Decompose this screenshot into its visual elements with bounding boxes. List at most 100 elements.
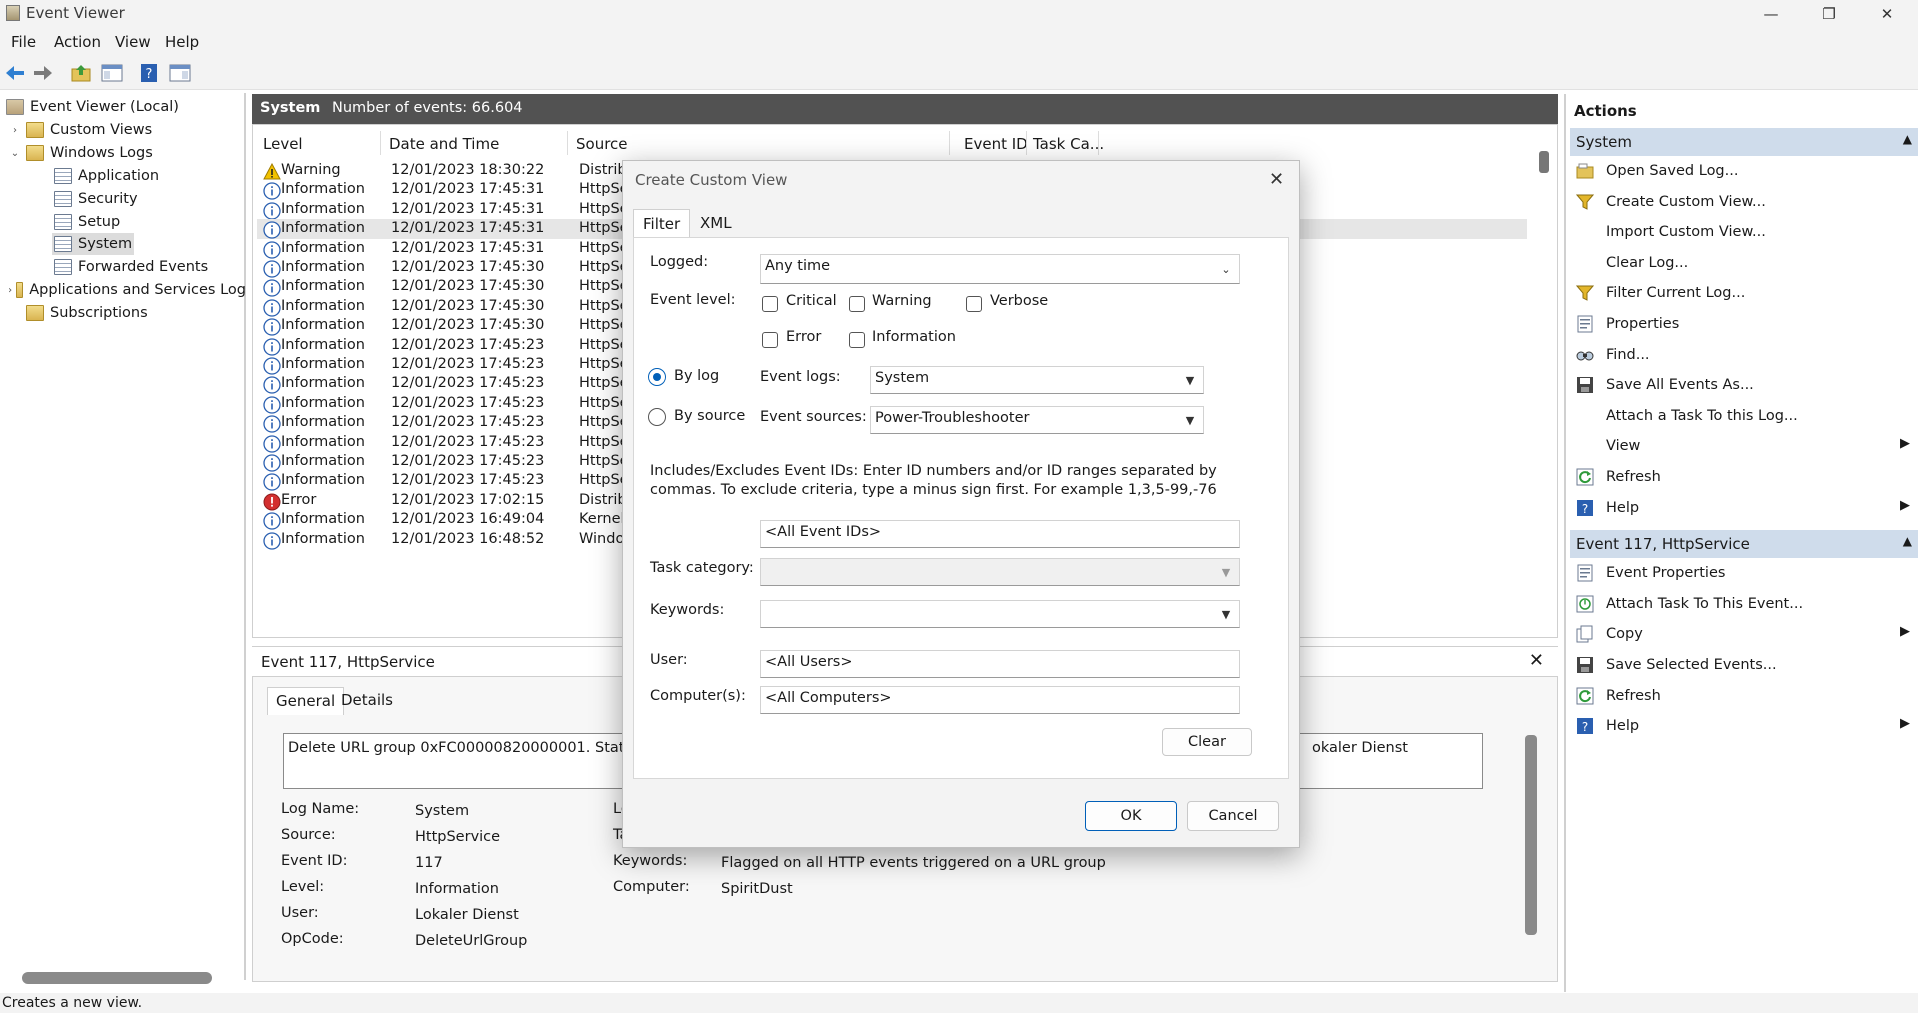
dialog-close-button[interactable]: ✕: [1269, 169, 1284, 190]
tree-item-setup[interactable]: Setup: [54, 211, 120, 233]
maximize-button[interactable]: ❐: [1800, 0, 1858, 28]
tree-item-applications-services-logs[interactable]: › Applications and Services Log: [8, 279, 246, 301]
event-date: 12/01/2023 17:45:23: [391, 414, 545, 431]
action-item[interactable]: Import Custom View...: [1574, 220, 1914, 246]
information-icon: [263, 415, 281, 433]
action-item[interactable]: ? Help ▶: [1574, 714, 1914, 740]
back-button[interactable]: [2, 61, 28, 85]
tab-details[interactable]: Details: [333, 687, 401, 715]
clear-button[interactable]: Clear: [1162, 728, 1252, 756]
ok-button[interactable]: OK: [1085, 801, 1177, 831]
minimize-button[interactable]: —: [1742, 0, 1800, 28]
list-vertical-scrollbar[interactable]: [1531, 125, 1557, 637]
help-toolbar-button[interactable]: ?: [136, 61, 162, 85]
verbose-checkbox[interactable]: [966, 296, 982, 312]
action-item[interactable]: Properties: [1574, 312, 1914, 338]
action-item[interactable]: Open Saved Log...: [1574, 159, 1914, 185]
action-item[interactable]: Create Custom View...: [1574, 190, 1914, 216]
action-item[interactable]: Save Selected Events...: [1574, 653, 1914, 679]
tree-item-windows-logs[interactable]: ⌄ Windows Logs: [8, 142, 153, 164]
column-header-level[interactable]: Level: [263, 135, 303, 153]
action-label: Import Custom View...: [1606, 224, 1766, 241]
action-item[interactable]: View ▶: [1574, 434, 1914, 460]
column-divider[interactable]: [1026, 131, 1027, 155]
event-date: 12/01/2023 17:45:31: [391, 220, 545, 237]
tree-item-security[interactable]: Security: [54, 188, 138, 210]
column-divider[interactable]: [1098, 131, 1099, 155]
event-level: Information: [281, 394, 365, 411]
tab-xml[interactable]: XML: [691, 209, 741, 237]
tree-item-application[interactable]: Application: [54, 165, 159, 187]
user-input[interactable]: <All Users>: [760, 650, 1240, 678]
help-icon: ?: [1577, 499, 1593, 516]
event-viewer-icon: [6, 5, 20, 21]
user-label: User:: [650, 652, 688, 668]
menu-action[interactable]: Action: [54, 33, 101, 51]
detail-vertical-scrollbar[interactable]: [1525, 735, 1537, 935]
information-checkbox[interactable]: [849, 332, 865, 348]
tree-item-custom-views[interactable]: › Custom Views: [8, 119, 152, 141]
tree-item-subscriptions[interactable]: Subscriptions: [26, 302, 148, 324]
collapse-icon[interactable]: ▲: [1903, 132, 1912, 146]
event-sources-dropdown[interactable]: Power-Troubleshooter ▼: [870, 406, 1204, 434]
chevron-right-icon[interactable]: ›: [8, 125, 22, 136]
show-hide-action-pane-button[interactable]: [167, 61, 193, 85]
tree-item-system[interactable]: System: [52, 233, 135, 255]
cancel-button[interactable]: Cancel: [1187, 801, 1279, 831]
column-header-source[interactable]: Source: [576, 135, 628, 153]
dialog-title: Create Custom View: [635, 171, 788, 189]
column-header-date[interactable]: Date and Time: [389, 135, 499, 153]
event-level: Information: [281, 472, 365, 489]
tree-item-forwarded-events[interactable]: Forwarded Events: [54, 256, 208, 278]
up-folder-button[interactable]: [68, 61, 94, 85]
action-item[interactable]: Copy ▶: [1574, 622, 1914, 648]
column-divider[interactable]: [380, 131, 381, 155]
action-item[interactable]: Filter Current Log...: [1574, 281, 1914, 307]
action-item[interactable]: Event Properties: [1574, 561, 1914, 587]
action-item[interactable]: Refresh: [1574, 684, 1914, 710]
warning-checkbox[interactable]: [849, 296, 865, 312]
chevron-right-icon[interactable]: ›: [8, 285, 12, 296]
folder-up-icon: [71, 65, 91, 82]
column-header-task-category[interactable]: Task Ca...: [1033, 135, 1104, 153]
action-item[interactable]: Attach Task To This Event...: [1574, 592, 1914, 618]
scroll-thumb[interactable]: [1539, 151, 1549, 173]
action-item[interactable]: Save All Events As...: [1574, 373, 1914, 399]
tab-filter[interactable]: Filter: [633, 209, 691, 237]
task-category-dropdown[interactable]: ▼: [760, 558, 1240, 586]
critical-checkbox[interactable]: [762, 296, 778, 312]
tree-item-event-viewer-local[interactable]: Event Viewer (Local): [6, 96, 179, 118]
action-item[interactable]: Attach a Task To this Log...: [1574, 404, 1914, 430]
actions-section-header[interactable]: Event 117, HttpService ▲: [1570, 530, 1918, 559]
actions-section-header[interactable]: System ▲: [1570, 128, 1918, 156]
tree-horizontal-scrollbar[interactable]: [22, 972, 212, 984]
show-hide-tree-button[interactable]: [99, 61, 125, 85]
logged-dropdown[interactable]: Any time ⌄: [760, 254, 1240, 284]
keywords-dropdown[interactable]: ▼: [760, 600, 1240, 628]
action-item[interactable]: Clear Log...: [1574, 251, 1914, 277]
action-item[interactable]: ? Help ▶: [1574, 496, 1914, 522]
column-header-event-id[interactable]: Event ID: [964, 135, 1028, 153]
collapse-icon[interactable]: ▲: [1903, 534, 1912, 548]
menu-file[interactable]: File: [11, 33, 36, 51]
information-icon: [263, 299, 281, 317]
error-checkbox[interactable]: [762, 332, 778, 348]
log-title: System: [260, 100, 321, 116]
event-date: 12/01/2023 17:02:15: [391, 491, 545, 508]
action-item[interactable]: Find...: [1574, 343, 1914, 369]
close-window-button[interactable]: ✕: [1858, 0, 1916, 28]
close-detail-button[interactable]: ✕: [1529, 650, 1544, 671]
by-log-radio[interactable]: [648, 368, 666, 386]
column-divider[interactable]: [567, 131, 568, 155]
column-divider[interactable]: [949, 131, 950, 155]
forward-button[interactable]: [30, 61, 56, 85]
menu-view[interactable]: View: [115, 33, 151, 51]
event-ids-input[interactable]: <All Event IDs>: [760, 520, 1240, 548]
computers-input[interactable]: <All Computers>: [760, 686, 1240, 714]
menu-help[interactable]: Help: [165, 33, 199, 51]
event-logs-dropdown[interactable]: System ▼: [870, 366, 1204, 394]
by-source-radio[interactable]: [648, 408, 666, 426]
action-item[interactable]: Refresh: [1574, 465, 1914, 491]
event-level: Information: [281, 278, 365, 295]
chevron-down-icon[interactable]: ⌄: [8, 148, 22, 159]
